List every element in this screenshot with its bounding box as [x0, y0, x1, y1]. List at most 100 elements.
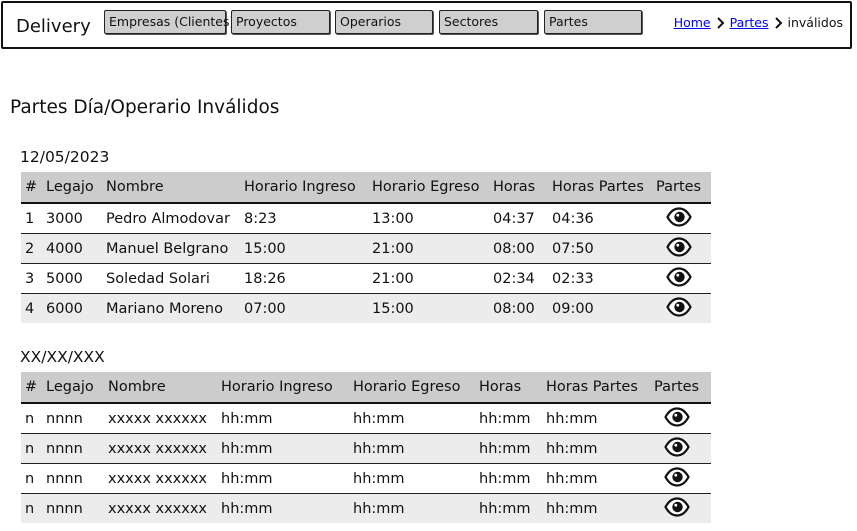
eye-icon[interactable] [666, 236, 692, 261]
row-number: 3 [21, 263, 42, 294]
eye-icon[interactable] [666, 296, 692, 321]
horas-cell: 08:00 [489, 233, 548, 264]
column-header: Horario Egreso [349, 372, 475, 404]
column-header: Partes [652, 172, 711, 204]
horario-ingreso-cell: hh:mm [217, 403, 349, 434]
horas-cell: 08:00 [489, 293, 548, 323]
horario-egreso-cell: 21:00 [368, 233, 489, 264]
nombre-cell: Manuel Belgrano [102, 233, 240, 264]
horario-ingreso-cell: hh:mm [217, 493, 349, 523]
app-brand: Delivery [16, 16, 91, 37]
column-header: Horario Ingreso [240, 172, 368, 204]
horas-partes-cell: 04:36 [548, 203, 652, 234]
eye-icon[interactable] [666, 266, 692, 291]
chevron-right-icon [774, 16, 783, 29]
row-number: 4 [21, 293, 42, 323]
row-number: n [21, 463, 42, 494]
column-header: Legajo [42, 372, 104, 404]
table-row: n nnnn xxxxx xxxxxx hh:mm hh:mm hh:mm hh:mm [21, 463, 711, 494]
nav-tab-operarios[interactable]: Operarios [335, 10, 433, 34]
column-header: Horas Partes [548, 172, 652, 204]
column-header: Partes [650, 372, 711, 404]
column-header: Nombre [104, 372, 217, 404]
horas-cell: hh:mm [475, 403, 542, 434]
table-row: 4 6000 Mariano Moreno 07:00 15:00 08:00 09:00 [21, 293, 711, 323]
nombre-cell: Mariano Moreno [102, 293, 240, 323]
eye-icon[interactable] [664, 406, 690, 431]
row-number: n [21, 433, 42, 464]
table-row: 2 4000 Manuel Belgrano 15:00 21:00 08:00 07:50 [21, 233, 711, 264]
table-row: n nnnn xxxxx xxxxxx hh:mm hh:mm hh:mm hh:mm [21, 493, 711, 523]
horario-ingreso-cell: 8:23 [240, 203, 368, 234]
legajo-cell: nnnn [42, 463, 104, 494]
row-number: 2 [21, 233, 42, 264]
table-body: 1 3000 Pedro Almodovar 8:23 13:00 04:37 04:36 2… [21, 203, 711, 323]
nav-tab-proyectos[interactable]: Proyectos [231, 10, 330, 34]
row-number: 1 [21, 203, 42, 234]
nombre-cell: xxxxx xxxxxx [104, 403, 217, 434]
horario-egreso-cell: hh:mm [349, 463, 475, 494]
horas-partes-cell: 02:33 [548, 263, 652, 294]
column-header: Legajo [42, 172, 102, 204]
nav-tab-sectores[interactable]: Sectores [439, 10, 538, 34]
horas-cell: 04:37 [489, 203, 548, 234]
legajo-cell: nnnn [42, 433, 104, 464]
horas-partes-cell: hh:mm [542, 403, 650, 434]
eye-icon[interactable] [664, 466, 690, 491]
eye-icon[interactable] [666, 206, 692, 231]
table-body: n nnnn xxxxx xxxxxx hh:mm hh:mm hh:mm hh:mm n nn… [21, 403, 711, 523]
horario-ingreso-cell: 07:00 [240, 293, 368, 323]
horario-egreso-cell: 21:00 [368, 263, 489, 294]
horas-partes-cell: hh:mm [542, 433, 650, 464]
nombre-cell: xxxxx xxxxxx [104, 493, 217, 523]
table-row: n nnnn xxxxx xxxxxx hh:mm hh:mm hh:mm hh:mm [21, 433, 711, 464]
chevron-right-icon [716, 16, 725, 29]
legajo-cell: nnnn [42, 403, 104, 434]
partes-action-cell [650, 493, 711, 523]
breadcrumb-partes-link[interactable]: Partes [730, 15, 769, 30]
horario-ingreso-cell: 15:00 [240, 233, 368, 264]
horario-ingreso-cell: hh:mm [217, 463, 349, 494]
nav-tab-empresas[interactable]: Empresas (Clientes) [104, 10, 234, 34]
column-header: Horas [475, 372, 542, 404]
horario-egreso-cell: 13:00 [368, 203, 489, 234]
horario-egreso-cell: 15:00 [368, 293, 489, 323]
horario-egreso-cell: hh:mm [349, 433, 475, 464]
nombre-cell: xxxxx xxxxxx [104, 463, 217, 494]
section-date: 12/05/2023 [20, 148, 110, 166]
breadcrumb-current: inválidos [787, 15, 844, 30]
section-date: XX/XX/XXX [20, 348, 105, 366]
horario-ingreso-cell: hh:mm [217, 433, 349, 464]
page-title: Partes Día/Operario Inválidos [10, 97, 280, 118]
table-row: 3 5000 Soledad Solari 18:26 21:00 02:34 02:33 [21, 263, 711, 294]
legajo-cell: 6000 [42, 293, 102, 323]
partes-action-cell [652, 203, 711, 234]
breadcrumb: Home Partes inválidos [674, 15, 843, 30]
nombre-cell: Soledad Solari [102, 263, 240, 294]
partes-action-cell [650, 463, 711, 494]
horario-ingreso-cell: 18:26 [240, 263, 368, 294]
breadcrumb-home-link[interactable]: Home [674, 15, 711, 30]
table-header-row: # Legajo Nombre Horario Ingreso Horario Egre… [21, 172, 711, 204]
column-header: Horas Partes [542, 372, 650, 404]
partes-action-cell [650, 403, 711, 434]
column-header: Horario Ingreso [217, 372, 349, 404]
legajo-cell: 4000 [42, 233, 102, 264]
partes-action-cell [650, 433, 711, 464]
nombre-cell: xxxxx xxxxxx [104, 433, 217, 464]
row-number: n [21, 403, 42, 434]
nav-tab-partes[interactable]: Partes [544, 10, 642, 34]
horas-partes-cell: hh:mm [542, 493, 650, 523]
column-header: Nombre [102, 172, 240, 204]
horario-egreso-cell: hh:mm [349, 493, 475, 523]
top-nav-bar: Delivery Empresas (Clientes) Proyectos O… [1, 1, 852, 49]
horas-partes-cell: 07:50 [548, 233, 652, 264]
table-row: 1 3000 Pedro Almodovar 8:23 13:00 04:37 04:36 [21, 203, 711, 234]
legajo-cell: nnnn [42, 493, 104, 523]
eye-icon[interactable] [664, 496, 690, 521]
column-header: Horario Egreso [368, 172, 489, 204]
horas-cell: hh:mm [475, 433, 542, 464]
column-header: # [21, 172, 42, 204]
eye-icon[interactable] [664, 436, 690, 461]
partes-action-cell [652, 233, 711, 264]
